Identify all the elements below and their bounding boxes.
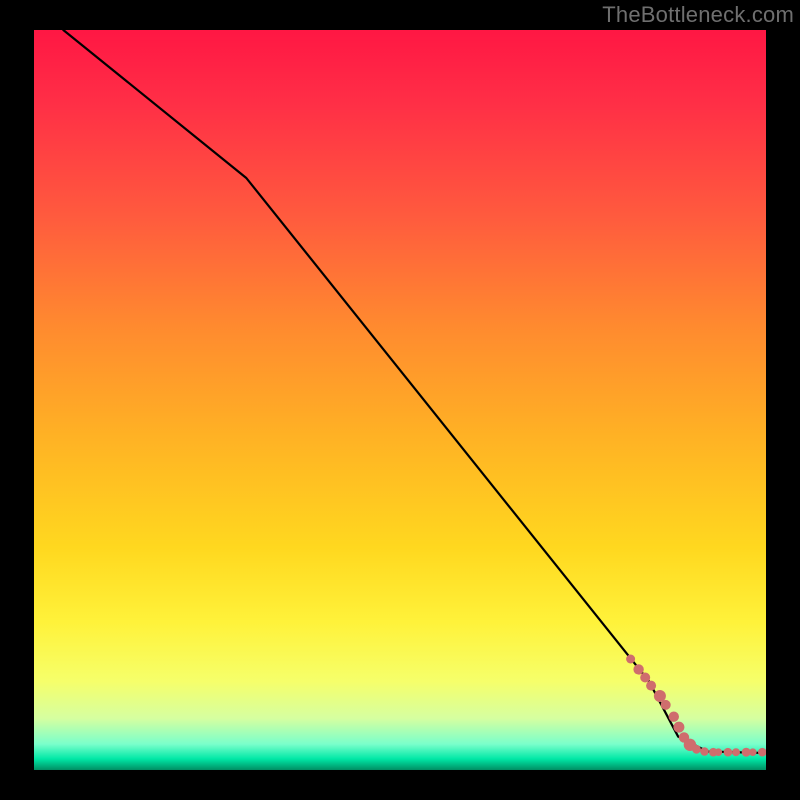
data-marker <box>700 747 709 756</box>
data-marker <box>633 664 643 674</box>
data-marker <box>749 748 757 756</box>
plot-area <box>34 30 766 770</box>
data-marker <box>669 712 679 722</box>
chart-overlay <box>34 30 766 770</box>
data-marker <box>646 681 656 691</box>
data-marker <box>640 673 650 683</box>
data-marker <box>692 745 701 754</box>
data-marker <box>661 700 671 710</box>
bottleneck-curve <box>63 30 766 753</box>
data-marker <box>715 748 723 756</box>
watermark-text: TheBottleneck.com <box>602 2 794 28</box>
data-marker <box>724 748 733 757</box>
data-marker <box>626 655 635 664</box>
data-marker <box>758 748 766 757</box>
data-marker <box>732 748 740 756</box>
marker-group <box>626 655 766 757</box>
data-marker <box>673 722 684 733</box>
